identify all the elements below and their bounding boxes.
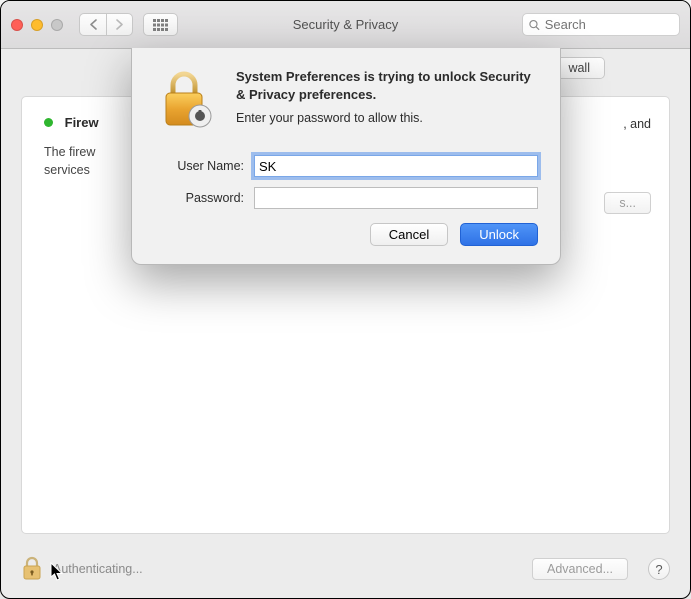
- zoom-window-button[interactable]: [51, 19, 63, 31]
- help-icon: ?: [655, 562, 662, 577]
- status-dot-icon: [44, 118, 53, 127]
- search-input[interactable]: [545, 17, 673, 32]
- back-button[interactable]: [79, 13, 106, 36]
- password-input[interactable]: [254, 187, 538, 209]
- footer: Authenticating... Advanced... ?: [1, 540, 690, 598]
- close-window-button[interactable]: [11, 19, 23, 31]
- unlock-button[interactable]: Unlock: [460, 223, 538, 246]
- search-icon: [529, 19, 540, 31]
- password-label: Password:: [154, 191, 244, 205]
- auth-status-text: Authenticating...: [53, 562, 143, 576]
- preferences-window: Security & Privacy wall Firew The firew …: [0, 0, 691, 599]
- auth-dialog: System Preferences is trying to unlock S…: [131, 48, 561, 265]
- firewall-status-title: Firew: [65, 115, 99, 130]
- advanced-button[interactable]: Advanced...: [532, 558, 628, 580]
- search-field[interactable]: [522, 13, 680, 36]
- chevron-left-icon: [89, 19, 98, 30]
- firewall-description-line1: The firew: [44, 145, 95, 159]
- auth-form: User Name: Password:: [154, 155, 538, 209]
- nav-buttons: [79, 13, 133, 36]
- forward-button[interactable]: [106, 13, 133, 36]
- chevron-right-icon: [115, 19, 124, 30]
- lock-icon[interactable]: [21, 555, 43, 584]
- show-all-button[interactable]: [143, 13, 178, 36]
- username-label: User Name:: [154, 159, 244, 173]
- auth-lock-icon: [154, 68, 218, 135]
- cancel-button[interactable]: Cancel: [370, 223, 448, 246]
- firewall-description-line2: services: [44, 163, 90, 177]
- grid-icon: [153, 19, 169, 31]
- firewall-description-suffix: , and: [623, 117, 651, 131]
- firewall-options-button[interactable]: s...: [604, 192, 651, 214]
- help-button[interactable]: ?: [648, 558, 670, 580]
- dialog-heading: System Preferences is trying to unlock S…: [236, 68, 538, 103]
- titlebar: Security & Privacy: [1, 1, 690, 49]
- minimize-window-button[interactable]: [31, 19, 43, 31]
- dialog-subheading: Enter your password to allow this.: [236, 111, 538, 125]
- window-controls: [11, 19, 63, 31]
- tab-firewall-edge[interactable]: wall: [554, 58, 604, 78]
- username-input[interactable]: [254, 155, 538, 177]
